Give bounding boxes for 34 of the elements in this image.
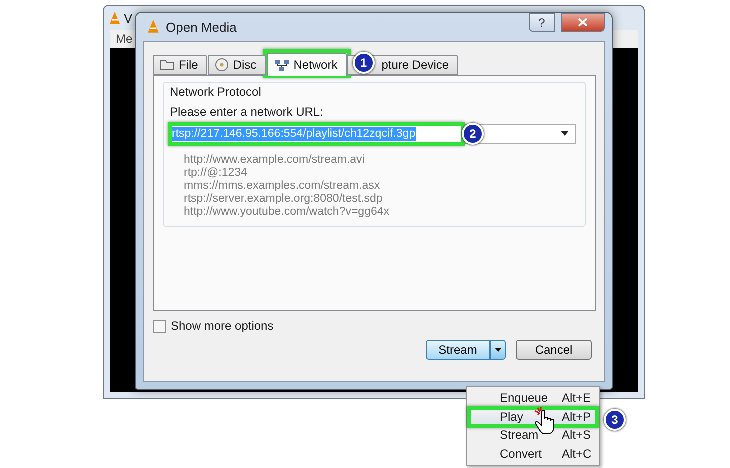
window-title: V	[124, 10, 133, 26]
menu-item[interactable]: Enqueue Alt+E	[469, 389, 597, 408]
checkbox-label: Show more options	[171, 319, 274, 333]
url-field[interactable]: rtsp://217.146.95.166:554/playlist/ch12zqcif.3gp 2	[168, 124, 576, 144]
example-url: rtsp://server.example.org:8080/test.sdp	[184, 193, 384, 205]
checkbox[interactable]	[153, 320, 166, 332]
menu-item[interactable]: Me	[116, 32, 133, 46]
example-url: http://www.youtube.com/watch?v=gg64x	[184, 206, 391, 218]
disc-icon	[215, 58, 230, 72]
step-number: 3	[604, 408, 626, 430]
tab[interactable]: Network	[266, 53, 347, 76]
dialog-title: Open Media	[166, 20, 238, 34]
url-text: rtsp://217.146.95.166:554/playlist/ch12zqcif.3gp	[172, 127, 416, 141]
close-button[interactable]	[561, 13, 605, 32]
caret-icon	[494, 348, 502, 352]
close-icon	[578, 18, 588, 27]
help-button[interactable]: ?	[529, 13, 555, 32]
cancel-button[interactable]: Cancel	[516, 340, 592, 360]
example-url: rtp://@:1234	[184, 167, 248, 179]
example-url: mms://mms.examples.com/stream.asx	[184, 180, 382, 192]
dropdown-arrow-icon	[561, 131, 569, 136]
traffic-cone-icon	[147, 20, 160, 34]
menu-item[interactable]: Convert Alt+C	[469, 444, 597, 463]
field-label: Please enter a network URL:	[170, 105, 324, 119]
traffic-cone-icon	[109, 12, 121, 24]
step-number: 2	[462, 123, 484, 145]
folder-icon	[160, 59, 175, 71]
example-url: http://www.example.com/stream.avi	[184, 154, 366, 166]
group-title: Network Protocol	[170, 85, 262, 99]
split-dropdown-button[interactable]	[490, 340, 506, 360]
network-icon	[274, 58, 290, 72]
tab[interactable]: File	[153, 55, 208, 75]
stream-button[interactable]: Stream	[426, 340, 490, 360]
tab[interactable]: Disc	[208, 55, 266, 75]
